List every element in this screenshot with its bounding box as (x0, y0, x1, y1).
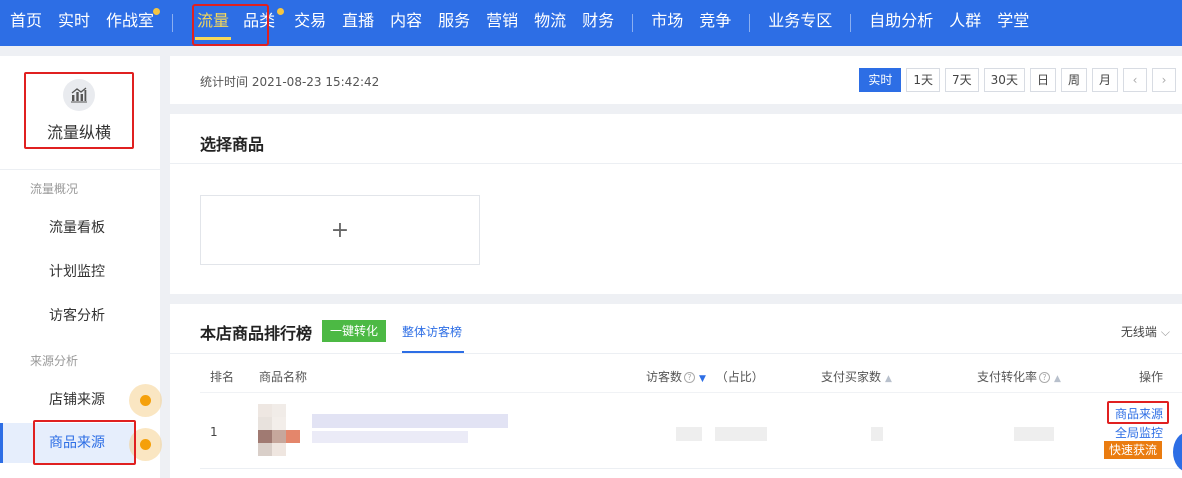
nav-service[interactable]: 服务 (430, 0, 478, 46)
sidebar-group-source: 来源分析 (30, 354, 79, 368)
range-week-button[interactable]: 周 (1060, 68, 1087, 92)
floating-help-button[interactable] (1173, 432, 1182, 472)
nav-realtime[interactable]: 实时 (50, 0, 98, 46)
help-icon[interactable]: ? (1039, 372, 1051, 383)
nav-business-zone[interactable]: 业务专区 (760, 0, 840, 46)
column-header-name: 商品名称 (259, 370, 308, 384)
row-divider (200, 468, 1182, 469)
quick-traffic-button[interactable]: 快速获流 (1104, 441, 1163, 459)
card-divider (170, 353, 1182, 354)
sidebar-item-dashboard[interactable]: 流量看板 (0, 208, 136, 248)
ranking-title: 本店商品排行榜 (200, 324, 313, 343)
nav-separator (850, 14, 852, 32)
stat-time: 统计时间 2021-08-23 15:42:42 (200, 75, 380, 89)
header-divider (200, 392, 1182, 393)
sidebar: 流量纵横 流量概况 流量看板 计划监控 访客分析 来源分析 店铺来源 商品来源 (0, 56, 162, 478)
sidebar-item-product-source[interactable]: 商品来源 (0, 423, 136, 463)
nav-live[interactable]: 直播 (334, 0, 382, 46)
range-7day-button[interactable]: 7天 (945, 68, 979, 92)
nav-category[interactable]: 品类 (243, 0, 285, 46)
nav-home[interactable]: 首页 (2, 0, 50, 46)
nav-separator (632, 14, 634, 32)
one-click-convert-button[interactable]: 一键转化 (322, 320, 387, 342)
sidebar-item-store-source[interactable]: 店铺来源 (0, 380, 136, 420)
nav-competition[interactable]: 竞争 (691, 0, 739, 46)
sort-desc-icon[interactable]: ▼ (699, 374, 706, 384)
guide-hint-icon[interactable] (129, 428, 162, 461)
nav-logistics[interactable]: 物流 (526, 0, 574, 46)
select-product-title: 选择商品 (200, 135, 265, 154)
device-select-value: 无线端 (1120, 325, 1157, 339)
product-name-line (312, 431, 468, 443)
nav-finance[interactable]: 财务 (574, 0, 622, 46)
range-realtime-button[interactable]: 实时 (859, 68, 902, 92)
range-30day-button[interactable]: 30天 (983, 68, 1025, 92)
column-header-action: 操作 (1139, 370, 1164, 384)
sidebar-title: 流量纵横 (46, 123, 111, 142)
range-day-button[interactable]: 日 (1029, 68, 1056, 92)
nav-content[interactable]: 内容 (382, 0, 430, 46)
sidebar-group-overview: 流量概况 (30, 182, 79, 196)
product-thumbnail[interactable] (258, 404, 300, 456)
column-header-buyers[interactable]: 支付买家数 ▲ (821, 368, 892, 385)
sort-icon[interactable]: ▲ (885, 374, 892, 384)
table-row-rank: 1 (210, 425, 218, 439)
tab-overall-visitors[interactable]: 整体访客榜 (402, 323, 462, 340)
nav-marketing[interactable]: 营销 (478, 0, 526, 46)
column-header-visitors[interactable]: 访客数? ▼ （占比） (646, 368, 764, 385)
visitors-ratio-label: （占比） (715, 370, 764, 384)
next-period-icon[interactable]: › (1152, 68, 1176, 92)
sidebar-divider (0, 169, 160, 170)
sidebar-item-plan-monitor[interactable]: 计划监控 (0, 252, 136, 292)
visitors-value (676, 427, 702, 441)
global-monitor-link[interactable]: 全局监控 (1115, 424, 1163, 441)
buyers-value (871, 427, 883, 441)
sort-icon[interactable]: ▲ (1054, 374, 1061, 384)
guide-hint-icon[interactable] (129, 384, 162, 417)
range-month-button[interactable]: 月 (1091, 68, 1118, 92)
chart-bar-icon (63, 79, 95, 111)
product-name-link[interactable] (312, 414, 508, 428)
plus-icon: + (330, 217, 350, 243)
nav-audience[interactable]: 人群 (941, 0, 989, 46)
column-header-rank: 排名 (210, 370, 235, 384)
device-select[interactable]: 无线端 ⌵ (1121, 323, 1170, 340)
conversion-value (1014, 427, 1054, 441)
sidebar-item-visitor-analysis[interactable]: 访客分析 (0, 296, 136, 336)
nav-self-analysis[interactable]: 自助分析 (861, 0, 941, 46)
chevron-down-icon: ⌵ (1160, 325, 1170, 339)
nav-war-room[interactable]: 作战室 (98, 0, 162, 46)
range-1day-button[interactable]: 1天 (906, 68, 941, 92)
nav-traffic[interactable]: 流量 (183, 0, 243, 46)
notification-dot-icon (153, 8, 161, 15)
top-nav: 首页 实时 作战室 流量 品类 交易 直播 内容 服务 营销 物流 财务 市场 … (0, 0, 1182, 46)
date-range-selector: 实时 1天 7天 30天 日 周 月 ‹ › (859, 68, 1176, 92)
ranking-card: 本店商品排行榜 一键转化 整体访客榜 无线端 ⌵ 排名 商品名称 访客数? ▼ （占… (170, 304, 1182, 478)
nav-separator (749, 14, 751, 32)
nav-separator (172, 14, 174, 32)
product-source-link[interactable]: 商品来源 (1115, 405, 1163, 422)
select-product-card: 选择商品 + (170, 114, 1182, 294)
nav-market[interactable]: 市场 (643, 0, 691, 46)
add-product-button[interactable]: + (200, 195, 480, 265)
help-icon[interactable]: ? (684, 372, 696, 383)
nav-trade[interactable]: 交易 (282, 0, 334, 46)
visitors-ratio-value (715, 427, 767, 441)
sidebar-header[interactable]: 流量纵横 (24, 72, 134, 149)
stat-bar: 统计时间 2021-08-23 15:42:42 实时 1天 7天 30天 日 … (170, 56, 1182, 104)
prev-period-icon[interactable]: ‹ (1123, 68, 1147, 92)
card-divider (170, 163, 1182, 164)
nav-academy[interactable]: 学堂 (989, 0, 1037, 46)
column-header-conversion[interactable]: 支付转化率? ▲ (977, 368, 1061, 385)
